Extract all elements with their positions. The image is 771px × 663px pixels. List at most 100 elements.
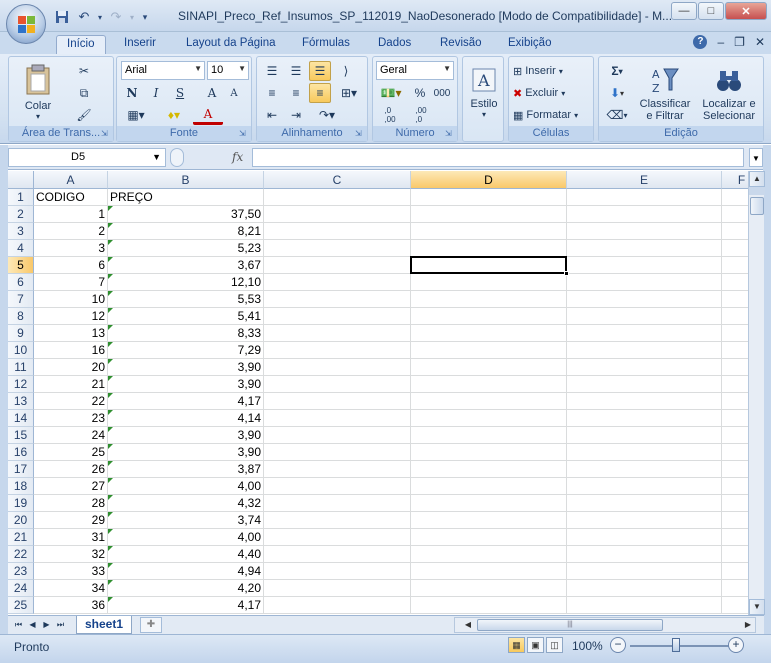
cell-d[interactable] bbox=[411, 512, 567, 529]
bold-button[interactable]: N bbox=[121, 83, 143, 103]
cell-d[interactable] bbox=[411, 274, 567, 291]
column-header-f[interactable]: F bbox=[722, 171, 748, 189]
horizontal-scrollbar[interactable]: ◀ ||| ▶ bbox=[454, 617, 756, 633]
row-header[interactable]: 24 bbox=[8, 580, 34, 597]
cell-d[interactable] bbox=[411, 461, 567, 478]
tab-dados[interactable]: Dados bbox=[368, 35, 421, 54]
copy-icon[interactable]: ⧉ bbox=[73, 83, 95, 103]
scroll-right-icon[interactable]: ▶ bbox=[741, 618, 755, 632]
redo-icon[interactable]: ↷ bbox=[106, 7, 126, 27]
formula-input[interactable] bbox=[252, 148, 744, 167]
cell-a[interactable]: 7 bbox=[34, 274, 108, 291]
undo-icon[interactable]: ↶ bbox=[74, 7, 94, 27]
cell-f[interactable] bbox=[722, 546, 748, 563]
row-header[interactable]: 19 bbox=[8, 495, 34, 512]
cell-e[interactable] bbox=[567, 495, 722, 512]
cell-f[interactable] bbox=[722, 478, 748, 495]
chevron-down-icon[interactable]: ▾ bbox=[128, 7, 136, 27]
zoom-level[interactable]: 100% bbox=[572, 639, 603, 653]
font-family-select[interactable]: Arial ▼ bbox=[121, 61, 205, 80]
cell-f[interactable] bbox=[722, 325, 748, 342]
tab-inserir[interactable]: Inserir bbox=[114, 35, 166, 54]
cell-c[interactable] bbox=[264, 342, 411, 359]
cell-e[interactable] bbox=[567, 563, 722, 580]
font-size-select[interactable]: 10 ▼ bbox=[207, 61, 249, 80]
cell-a[interactable]: 28 bbox=[34, 495, 108, 512]
dialog-launcher-icon[interactable]: ⇲ bbox=[101, 129, 111, 139]
cell-f[interactable] bbox=[722, 291, 748, 308]
row-header[interactable]: 15 bbox=[8, 427, 34, 444]
cell-c[interactable] bbox=[264, 546, 411, 563]
shrink-font-button[interactable]: A bbox=[223, 83, 245, 103]
row-header[interactable]: 23 bbox=[8, 563, 34, 580]
cell-a[interactable]: 12 bbox=[34, 308, 108, 325]
row-header[interactable]: 6 bbox=[8, 274, 34, 291]
scroll-left-icon[interactable]: ◀ bbox=[461, 618, 475, 632]
underline-button[interactable]: S bbox=[169, 83, 191, 103]
cell-e[interactable] bbox=[567, 478, 722, 495]
cell-d[interactable] bbox=[411, 359, 567, 376]
cell-b[interactable]: 4,20 bbox=[108, 580, 264, 597]
cell-d[interactable] bbox=[411, 223, 567, 240]
cell-d[interactable] bbox=[411, 189, 567, 206]
row-header[interactable]: 9 bbox=[8, 325, 34, 342]
row-header[interactable]: 11 bbox=[8, 359, 34, 376]
zoom-in-button[interactable]: + bbox=[728, 637, 744, 653]
format-cells-button[interactable]: ▦ Formatar ▾ bbox=[513, 106, 578, 124]
cell-b[interactable]: 4,00 bbox=[108, 529, 264, 546]
cell-a[interactable]: 25 bbox=[34, 444, 108, 461]
cell-f[interactable] bbox=[722, 597, 748, 614]
number-format-select[interactable]: Geral ▼ bbox=[376, 61, 454, 80]
chevron-down-icon[interactable]: ▼ bbox=[152, 152, 161, 162]
cell-d[interactable] bbox=[411, 342, 567, 359]
page-break-view-icon[interactable]: ◫ bbox=[546, 637, 563, 653]
row-header[interactable]: 18 bbox=[8, 478, 34, 495]
cell-d[interactable] bbox=[411, 393, 567, 410]
percent-button[interactable]: % bbox=[409, 83, 431, 103]
cell-b[interactable]: 3,90 bbox=[108, 359, 264, 376]
last-sheet-icon[interactable]: ⏭ bbox=[54, 618, 67, 632]
normal-view-icon[interactable]: ▦ bbox=[508, 637, 525, 653]
merge-icon[interactable]: ⊞▾ bbox=[335, 83, 363, 103]
formula-sizer-icon[interactable] bbox=[170, 148, 184, 167]
cell-c[interactable] bbox=[264, 427, 411, 444]
font-color-button[interactable]: A bbox=[193, 105, 223, 125]
row-header[interactable]: 13 bbox=[8, 393, 34, 410]
cell-e[interactable] bbox=[567, 240, 722, 257]
fill-icon[interactable]: ⬇ ▾ bbox=[603, 83, 631, 103]
row-header[interactable]: 25 bbox=[8, 597, 34, 614]
cell-f[interactable] bbox=[722, 427, 748, 444]
scroll-up-icon[interactable]: ▲ bbox=[749, 171, 765, 187]
page-layout-view-icon[interactable]: ▣ bbox=[527, 637, 544, 653]
cell-e[interactable] bbox=[567, 580, 722, 597]
row-header[interactable]: 10 bbox=[8, 342, 34, 359]
cell-e[interactable] bbox=[567, 308, 722, 325]
cell-e[interactable] bbox=[567, 376, 722, 393]
align-middle-icon[interactable]: ☰ bbox=[285, 61, 307, 81]
cell-f[interactable] bbox=[722, 444, 748, 461]
name-box[interactable]: D5 ▼ bbox=[8, 148, 166, 167]
column-header-c[interactable]: C bbox=[264, 171, 411, 189]
styles-button[interactable]: A Estilo ▾ bbox=[465, 61, 503, 125]
row-header[interactable]: 4 bbox=[8, 240, 34, 257]
cell-a[interactable]: 10 bbox=[34, 291, 108, 308]
dialog-launcher-icon[interactable]: ⇲ bbox=[355, 129, 365, 139]
cell-a[interactable]: 29 bbox=[34, 512, 108, 529]
cell-f[interactable] bbox=[722, 342, 748, 359]
zoom-slider-thumb[interactable] bbox=[672, 638, 680, 652]
cell-b[interactable]: 5,41 bbox=[108, 308, 264, 325]
cell-a[interactable]: 36 bbox=[34, 597, 108, 614]
paste-button[interactable]: Colar ▾ bbox=[13, 59, 63, 125]
cell-a[interactable]: 24 bbox=[34, 427, 108, 444]
cell-f[interactable] bbox=[722, 189, 748, 206]
cell-d[interactable] bbox=[411, 580, 567, 597]
italic-button[interactable]: I bbox=[145, 83, 167, 103]
cell-a[interactable]: 20 bbox=[34, 359, 108, 376]
row-header[interactable]: 21 bbox=[8, 529, 34, 546]
cell-f[interactable] bbox=[722, 359, 748, 376]
horizontal-scroll-thumb[interactable]: ||| bbox=[477, 619, 663, 631]
cell-b[interactable]: 4,17 bbox=[108, 597, 264, 614]
cell-c[interactable] bbox=[264, 512, 411, 529]
cell-f[interactable] bbox=[722, 206, 748, 223]
worksheet-grid[interactable]: ABCDEF 1 CODIGO PREÇO 2 1 37,50 3 2 8,21 4 3 5,23 5 6… bbox=[8, 171, 748, 615]
